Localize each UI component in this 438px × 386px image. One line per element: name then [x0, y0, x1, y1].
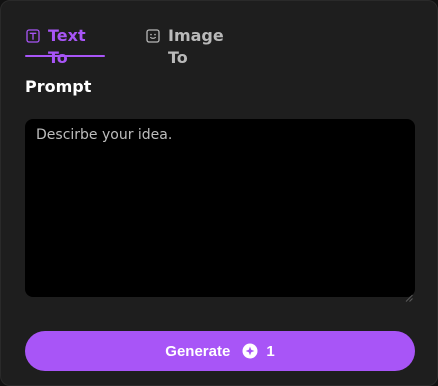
tab-image-to-label: Image To [168, 26, 224, 67]
generate-button[interactable]: Generate 1 [25, 331, 415, 371]
prompt-label: Prompt [25, 77, 92, 96]
tab-text-to-label: Text To [48, 26, 86, 67]
credit-icon [242, 343, 258, 359]
tab-text-to[interactable]: Text To [25, 25, 105, 67]
image-face-icon [146, 29, 160, 43]
prompt-input[interactable] [25, 119, 415, 297]
credit-count: 1 [266, 342, 275, 360]
prompt-box [25, 119, 415, 302]
generator-panel: Text To Image To Prompt Generate [0, 0, 438, 386]
generate-label: Generate [165, 342, 231, 360]
resize-handle-icon[interactable] [405, 287, 413, 302]
tab-image-to[interactable]: Image To [145, 25, 224, 67]
text-icon [26, 29, 40, 43]
